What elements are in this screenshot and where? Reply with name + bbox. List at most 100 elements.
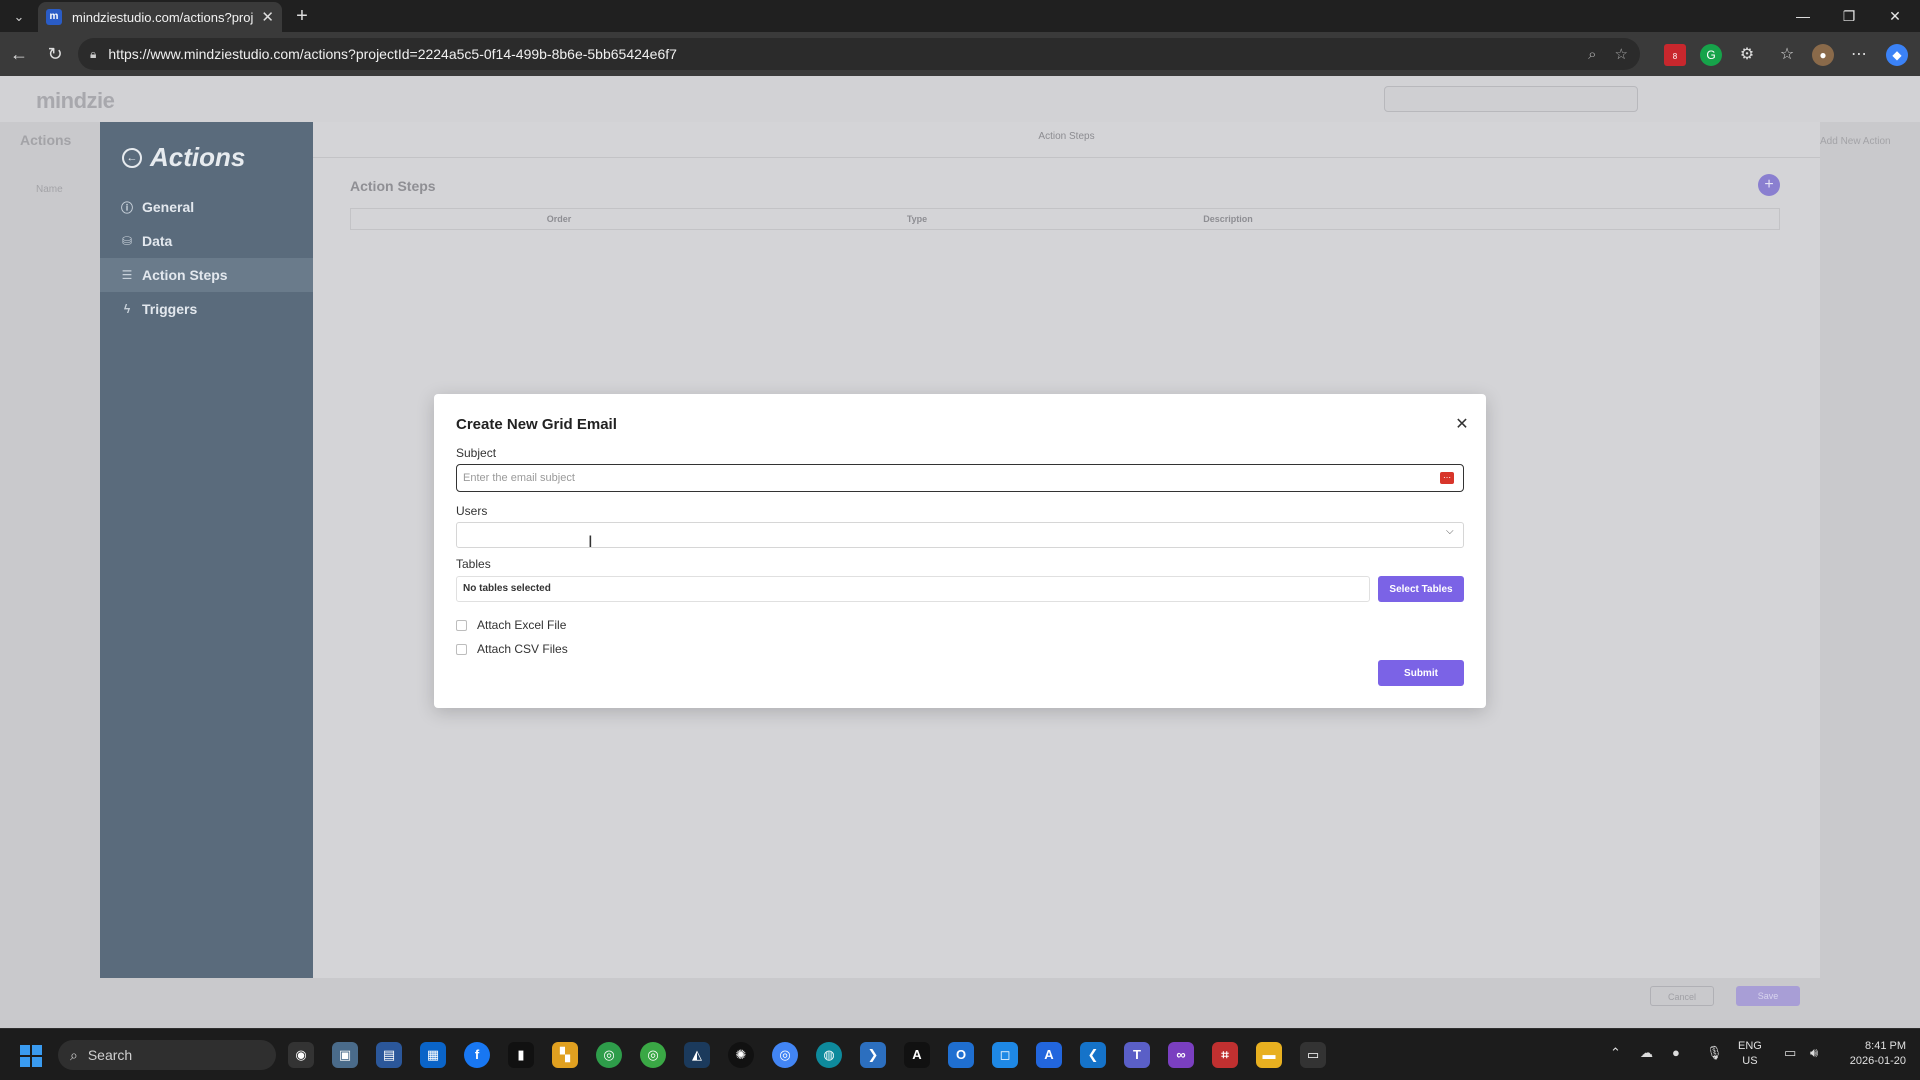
attach-csv-option[interactable]: Attach CSV Files <box>456 642 568 656</box>
tray-app-icon[interactable]: ● <box>1672 1045 1680 1060</box>
steps-icon: ☰ <box>121 268 133 282</box>
sidebar-item-action-steps[interactable]: ☰ Action Steps <box>100 258 313 292</box>
start-button[interactable] <box>20 1045 42 1067</box>
create-grid-email-dialog: Create New Grid Email ✕ Subject ⋯ Users … <box>434 394 1486 708</box>
submit-button[interactable]: Submit <box>1378 660 1464 686</box>
sidebar-item-data[interactable]: ⛁ Data <box>100 224 313 258</box>
new-tab-button[interactable]: + <box>290 4 314 28</box>
taskbar-search-label: Search <box>87 1047 133 1063</box>
steps-grid-header: Order Type Description <box>350 208 1780 230</box>
attach-csv-checkbox[interactable] <box>456 643 467 655</box>
powershell-icon[interactable]: ❯ <box>860 1042 886 1068</box>
tray-overflow-icon[interactable]: ⌃ <box>1610 1045 1621 1061</box>
onedrive-icon[interactable]: ☁ <box>1640 1045 1653 1061</box>
attach-excel-option[interactable]: Attach Excel File <box>456 618 566 632</box>
select-tables-button[interactable]: Select Tables <box>1378 576 1464 602</box>
taskbar-app-icon[interactable]: ◉ <box>288 1042 314 1068</box>
attach-excel-label: Attach Excel File <box>477 618 567 632</box>
dialog-title: Create New Grid Email <box>456 416 617 433</box>
back-circle-icon[interactable]: ← <box>122 147 142 168</box>
taskbar-app-icon[interactable]: ◭ <box>684 1042 710 1068</box>
taskbar-search[interactable]: ⌕ Search <box>58 1040 276 1070</box>
taskbar-app-icon[interactable]: A <box>1036 1042 1062 1068</box>
profile-avatar[interactable]: ● <box>1812 44 1834 66</box>
file-explorer-icon[interactable]: ▬ <box>1256 1042 1282 1068</box>
extension-input-icon[interactable]: ⋯ <box>1440 472 1454 484</box>
users-label: Users <box>456 504 488 518</box>
action-sidebar: ← Actions ⓘ General ⛁ Data ☰ Action Step… <box>100 122 313 978</box>
grid-column-order[interactable]: Order <box>351 209 767 229</box>
more-menu-icon[interactable]: ⋯ <box>1848 44 1870 66</box>
favorite-star-icon[interactable]: ☆ <box>1615 45 1628 63</box>
database-icon: ⛁ <box>121 234 133 248</box>
chevron-down-icon[interactable]: ⌵ <box>1446 526 1454 537</box>
url-text: https://www.mindziestudio.com/actions?pr… <box>108 46 677 62</box>
terminal-icon[interactable]: ▭ <box>1300 1042 1326 1068</box>
clock-time: 8:41 PM <box>1865 1040 1906 1052</box>
tab-actions-icon[interactable]: ⌄ <box>8 6 30 28</box>
sidebar-item-label: Action Steps <box>142 267 228 283</box>
taskbar-app-icon[interactable]: A <box>904 1042 930 1068</box>
microphone-icon[interactable]: 🎙︎ <box>1706 1045 1723 1061</box>
subject-label: Subject <box>456 446 497 460</box>
taskbar-app-icon[interactable]: ◻ <box>992 1042 1018 1068</box>
taskbar-app-icon[interactable]: ⌗ <box>1212 1042 1238 1068</box>
add-step-button[interactable]: + <box>1758 174 1780 196</box>
grammarly-icon[interactable]: G <box>1700 44 1722 66</box>
grid-column-description[interactable]: Description <box>1067 209 1389 229</box>
outlook-icon[interactable]: O <box>948 1042 974 1068</box>
tables-label: Tables <box>456 557 491 571</box>
chrome-icon[interactable]: ◎ <box>640 1042 666 1068</box>
reload-button[interactable]: ↻ <box>42 42 68 66</box>
app-logo: mindzie <box>36 88 115 113</box>
browser-tab[interactable]: m mindziestudio.com/actions?proje ✕ <box>38 2 282 32</box>
edge-icon[interactable]: ◍ <box>816 1042 842 1068</box>
taskbar-app-icon[interactable]: ▦ <box>420 1042 446 1068</box>
tab-close-icon[interactable]: ✕ <box>261 8 274 26</box>
network-icon[interactable]: ▭ <box>1784 1045 1796 1061</box>
cancel-button[interactable]: Cancel <box>1650 986 1714 1006</box>
sidebar-item-label: Triggers <box>142 301 198 317</box>
volume-icon[interactable]: 🔊︎ <box>1810 1045 1818 1061</box>
grid-column-type[interactable]: Type <box>767 209 1067 229</box>
restore-button[interactable]: ❐ <box>1826 4 1872 28</box>
chatgpt-icon[interactable]: ✺ <box>728 1042 754 1068</box>
language-indicator[interactable]: ENG US <box>1738 1039 1762 1069</box>
chrome-icon[interactable]: ◎ <box>772 1042 798 1068</box>
favorites-icon[interactable]: ☆ <box>1776 44 1798 66</box>
extension-calendar-icon[interactable]: 8 <box>1664 44 1686 66</box>
lang-region: US <box>1742 1055 1758 1067</box>
system-clock[interactable]: 8:41 PM 2026-01-20 <box>1836 1039 1906 1069</box>
sidebar-item-general[interactable]: ⓘ General <box>100 190 313 224</box>
extensions-icon[interactable]: ⚙ <box>1736 44 1758 66</box>
users-select[interactable] <box>456 522 1464 548</box>
save-button[interactable]: Save <box>1736 986 1800 1006</box>
facebook-icon[interactable]: f <box>464 1042 490 1068</box>
text-cursor-icon: I <box>588 532 593 551</box>
copilot-icon[interactable]: ◆ <box>1886 44 1908 66</box>
taskbar-app-icon[interactable]: ▤ <box>376 1042 402 1068</box>
taskbar-app-icon[interactable]: ▚ <box>552 1042 578 1068</box>
teams-icon[interactable]: T <box>1124 1042 1150 1068</box>
address-bar[interactable]: 🔒︎ https://www.mindziestudio.com/actions… <box>78 38 1640 70</box>
lang-code: ENG <box>1738 1040 1762 1052</box>
bg-name-header: Name <box>36 184 63 195</box>
bg-page-title: Actions <box>20 132 72 148</box>
visual-studio-icon[interactable]: ∞ <box>1168 1042 1194 1068</box>
chrome-icon[interactable]: ◎ <box>596 1042 622 1068</box>
taskbar-app-icon[interactable]: ▮ <box>508 1042 534 1068</box>
back-button[interactable]: ← <box>6 42 32 66</box>
close-window-button[interactable]: ✕ <box>1872 4 1918 28</box>
subject-input[interactable] <box>456 464 1464 492</box>
bg-search-input <box>1384 86 1638 112</box>
sidebar-item-triggers[interactable]: ϟ Triggers <box>100 292 313 326</box>
vscode-icon[interactable]: ❮ <box>1080 1042 1106 1068</box>
zoom-icon[interactable]: ⌕ <box>1588 46 1596 63</box>
site-info-icon[interactable]: 🔒︎ <box>90 47 96 62</box>
attach-excel-checkbox[interactable] <box>456 619 467 631</box>
taskbar-app-icon[interactable]: ▣ <box>332 1042 358 1068</box>
clock-date: 2026-01-20 <box>1849 1055 1906 1067</box>
close-icon[interactable]: ✕ <box>1452 414 1472 434</box>
minimize-button[interactable]: — <box>1780 4 1826 28</box>
search-icon: ⌕ <box>70 1046 78 1063</box>
